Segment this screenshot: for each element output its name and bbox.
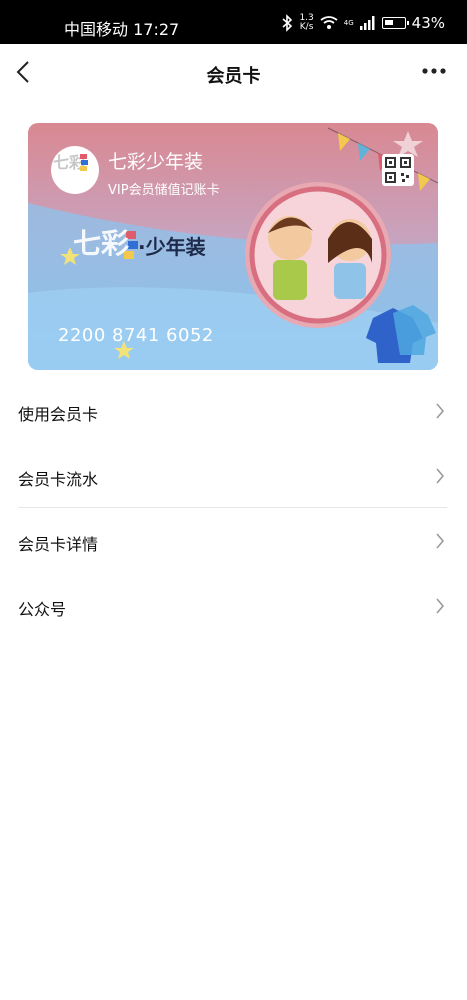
carrier-time: 中国移动 17:27 (64, 20, 180, 39)
net-speed: 1.3 K/s (299, 13, 314, 32)
page-title: 会员卡 (206, 66, 261, 87)
menu-item-label: 会员卡详情 (18, 535, 99, 554)
card-menu: 使用会员卡 会员卡流水 会员卡详情 公众号 (0, 378, 467, 638)
battery-icon (381, 17, 409, 29)
qr-code-icon[interactable] (382, 154, 414, 186)
wifi-icon (320, 16, 338, 29)
menu-item-label: 会员卡流水 (18, 470, 99, 489)
chevron-right-icon (436, 468, 445, 484)
chevron-right-icon (436, 598, 445, 614)
card-number: 2200 8741 6052 (58, 325, 214, 346)
chevron-right-icon (436, 533, 445, 549)
battery-percent: 43% (411, 14, 445, 32)
status-icons: 1.3 K/s 4G 43% (281, 14, 445, 32)
menu-item-card-transactions[interactable]: 会员卡流水 (0, 443, 467, 508)
signal-icon (359, 16, 375, 30)
shop-logo: 七彩 (51, 146, 99, 194)
network-type: 4G (343, 19, 354, 27)
menu-item-label: 使用会员卡 (18, 405, 99, 424)
member-card[interactable]: 七彩 七彩 七彩少年装 VIP会员储值记账卡 ·少年装 2200 8741 60… (28, 123, 438, 370)
bluetooth-icon (282, 14, 293, 32)
menu-item-use-card[interactable]: 使用会员卡 (0, 378, 467, 443)
shop-logo-icon: 七彩 (53, 153, 88, 172)
card-brand-text: ·少年装 (138, 235, 206, 259)
menu-item-official-account[interactable]: 公众号 (0, 573, 467, 638)
shop-name: 七彩少年装 (108, 151, 204, 173)
menu-item-label: 公众号 (18, 600, 67, 619)
card-type: VIP会员储值记账卡 (108, 183, 220, 198)
card-logo-mark: 七彩 (73, 227, 129, 260)
more-dots-icon[interactable] (421, 61, 447, 81)
status-bar: 中国移动 17:27 1.3 K/s 4G 43% (0, 0, 467, 44)
chevron-right-icon (436, 403, 445, 419)
menu-item-card-details[interactable]: 会员卡详情 (0, 508, 467, 573)
nav-bar: 会员卡 (0, 44, 467, 102)
